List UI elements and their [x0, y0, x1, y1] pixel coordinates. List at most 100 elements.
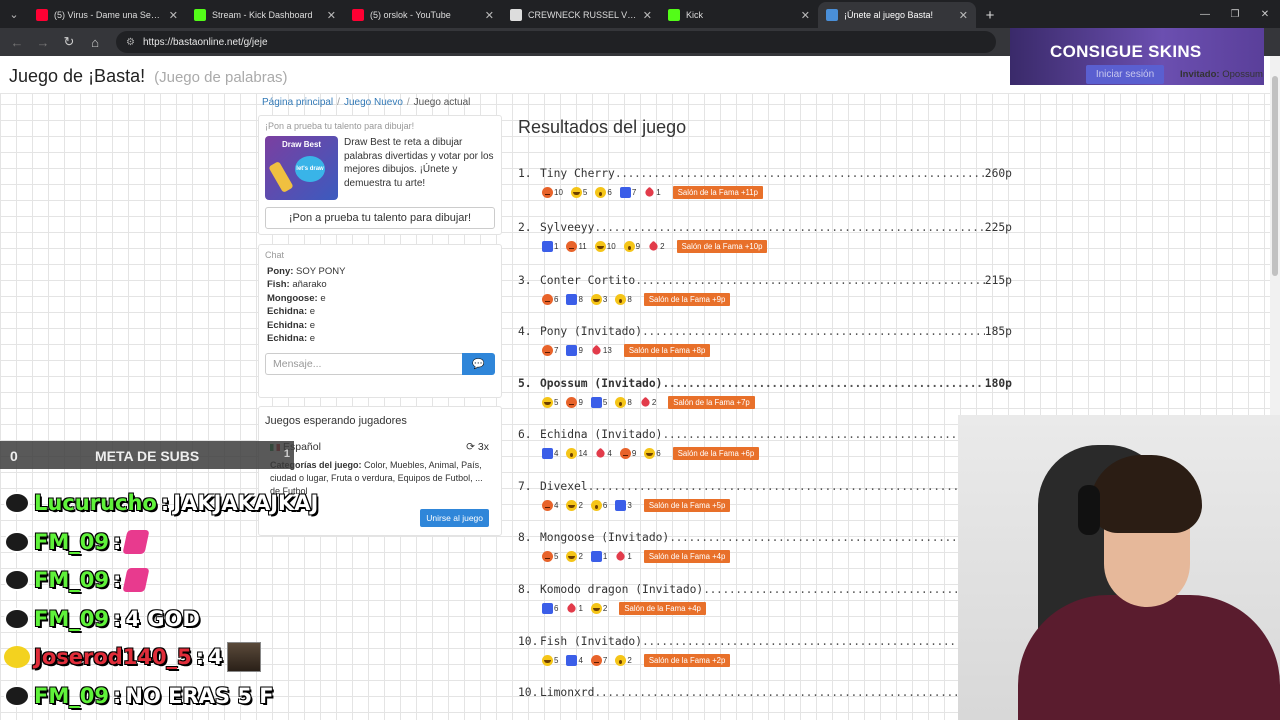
reaction-laugh[interactable]: 3 [590, 293, 607, 305]
reaction-wow[interactable]: 8 [615, 293, 632, 305]
result-reactions: 5 4 7 2 Salón de la Fama +2p [542, 653, 1012, 667]
reaction-wow[interactable]: 6 [595, 186, 612, 198]
breadcrumb: Página principal / Juego Nuevo / Juego actua… [262, 97, 471, 108]
scrollbar-thumb[interactable] [1272, 76, 1278, 276]
hall-of-fame-badge[interactable]: Salón de la Fama +4p [619, 601, 706, 615]
reaction-love[interactable]: 1 [643, 186, 661, 198]
waiting-game-row: Español ⟳ 3x [259, 441, 501, 453]
browser-tab[interactable]: Kick ✕ [660, 2, 818, 28]
site-info-icon[interactable]: ⚙ [126, 37, 135, 48]
site-title[interactable]: Juego de ¡Basta! (Juego de palabras) [9, 66, 288, 87]
reload-icon[interactable]: ↻ [58, 31, 80, 53]
reaction-laugh[interactable]: 2 [566, 550, 583, 562]
reaction-like[interactable]: 4 [542, 447, 558, 459]
new-tab-button[interactable]: + [976, 2, 1004, 28]
tab-favicon-icon [826, 9, 838, 21]
reaction-like[interactable]: 4 [566, 654, 583, 666]
join-game-button[interactable]: Unirse al juego [420, 509, 489, 527]
hall-of-fame-badge[interactable]: Salón de la Fama +8p [623, 343, 711, 357]
reaction-laugh[interactable]: 5 [570, 186, 587, 198]
hall-of-fame-badge[interactable]: Salón de la Fama +6p [672, 446, 760, 460]
tab-close-icon[interactable]: ✕ [485, 9, 494, 22]
reaction-wow[interactable]: 9 [623, 240, 640, 252]
tab-close-icon[interactable]: ✕ [801, 9, 810, 22]
result-player-name: Mongoose (Invitado) [540, 530, 670, 544]
tab-close-icon[interactable]: ✕ [643, 9, 652, 22]
tab-close-icon[interactable]: ✕ [327, 9, 336, 22]
forward-arrow-icon[interactable]: → [32, 31, 54, 53]
tab-close-icon[interactable]: ✕ [169, 9, 178, 22]
reaction-love[interactable]: 1 [615, 550, 632, 562]
results-title: Resultados del juego [518, 117, 687, 137]
back-arrow-icon[interactable]: ← [6, 31, 28, 53]
reaction-like[interactable]: 1 [542, 240, 558, 252]
maximize-icon[interactable]: ❐ [1220, 0, 1250, 28]
hall-of-fame-badge[interactable]: Salón de la Fama +11p [672, 185, 763, 199]
reaction-wow[interactable]: 14 [566, 447, 587, 459]
reaction-wow[interactable]: 2 [615, 654, 632, 666]
tab-search-chevron-icon[interactable]: ⌄ [0, 0, 28, 28]
address-bar[interactable]: ⚙ https://bastaonline.net/g/jeje [116, 31, 996, 53]
reaction-angry[interactable]: 7 [542, 344, 558, 356]
reaction-love[interactable]: 1 [566, 602, 583, 614]
close-window-icon[interactable]: ✕ [1250, 0, 1280, 28]
reaction-like[interactable]: 3 [615, 499, 632, 511]
hall-of-fame-badge[interactable]: Salón de la Fama +4p [643, 549, 731, 563]
reaction-like[interactable]: 1 [590, 550, 607, 562]
reaction-wow[interactable]: 6 [590, 499, 607, 511]
reaction-laugh[interactable]: 2 [590, 602, 607, 614]
browser-tab[interactable]: CREWNECK RUSSEL VINTAGE G ✕ [502, 2, 660, 28]
hall-of-fame-badge[interactable]: Salón de la Fama +7p [668, 395, 755, 409]
reaction-like[interactable]: 8 [566, 293, 583, 305]
reaction-like[interactable]: 5 [590, 396, 607, 408]
reaction-laugh[interactable]: 5 [542, 654, 558, 666]
draw-best-image[interactable]: Draw Best let's draw [265, 136, 338, 200]
login-button[interactable]: Iniciar sesión [1086, 65, 1164, 84]
reaction-angry[interactable]: 7 [590, 654, 607, 666]
reaction-laugh[interactable]: 5 [542, 396, 558, 408]
reaction-laugh[interactable]: 10 [594, 240, 616, 252]
home-icon[interactable]: ⌂ [84, 31, 106, 53]
hall-of-fame-badge[interactable]: Salón de la Fama +2p [643, 653, 731, 667]
minimize-icon[interactable]: — [1190, 0, 1220, 28]
reaction-love[interactable]: 2 [639, 396, 656, 408]
reaction-angry[interactable]: 9 [619, 447, 636, 459]
chat-message-input[interactable]: Mensaje... [265, 353, 462, 376]
hall-of-fame-badge[interactable]: Salón de la Fama +5p [643, 498, 731, 512]
result-rank: 10. [518, 685, 539, 699]
breadcrumb-home-link[interactable]: Página principal [262, 97, 333, 108]
browser-tab[interactable]: Stream - Kick Dashboard ✕ [186, 2, 344, 28]
reaction-angry[interactable]: 5 [542, 550, 558, 562]
stream-chat-overlay: Lucurucho: JAKJAKAJKAJ FM_09: FM_09: FM_09:4… [0, 484, 410, 720]
send-message-button[interactable]: 💬 [462, 353, 495, 376]
result-row: 6. Echidna (Invitado)....................… [518, 426, 1012, 460]
draw-best-button[interactable]: ¡Pon a prueba tu talento para dibujar! [265, 207, 495, 229]
reaction-angry[interactable]: 9 [566, 396, 583, 408]
reaction-laugh[interactable]: 2 [566, 499, 583, 511]
browser-tab[interactable]: (5) Virus - Dame una Señal (Off ✕ [28, 2, 186, 28]
guest-name: Opossum [1222, 69, 1263, 80]
reaction-angry[interactable]: 6 [542, 293, 558, 305]
reaction-angry[interactable]: 11 [566, 240, 587, 252]
reaction-laugh[interactable]: 6 [644, 447, 661, 459]
reaction-angry[interactable]: 10 [542, 186, 563, 198]
reaction-love[interactable]: 13 [590, 344, 612, 356]
love-reaction-icon [639, 396, 652, 408]
browser-tab[interactable]: ¡Únete al juego Basta! ✕ [818, 2, 976, 28]
laugh-reaction-icon [542, 396, 553, 408]
reaction-love[interactable]: 2 [647, 240, 665, 252]
reaction-like[interactable]: 7 [619, 186, 636, 198]
like-reaction-icon [590, 550, 602, 562]
browser-tab[interactable]: (5) orslok - YouTube ✕ [344, 2, 502, 28]
hall-of-fame-badge[interactable]: Salón de la Fama +10p [676, 239, 768, 253]
chat-message: Mongoose: e [267, 292, 493, 305]
tab-close-icon[interactable]: ✕ [959, 9, 968, 22]
breadcrumb-new-game-link[interactable]: Juego Nuevo [344, 97, 403, 108]
reaction-like[interactable]: 9 [566, 344, 583, 356]
reaction-wow[interactable]: 8 [615, 396, 632, 408]
hall-of-fame-badge[interactable]: Salón de la Fama +9p [643, 292, 731, 306]
reaction-angry[interactable]: 4 [542, 499, 558, 511]
reaction-love[interactable]: 4 [595, 447, 612, 459]
reaction-like[interactable]: 6 [542, 602, 558, 614]
reaction-count: 6 [607, 187, 612, 197]
